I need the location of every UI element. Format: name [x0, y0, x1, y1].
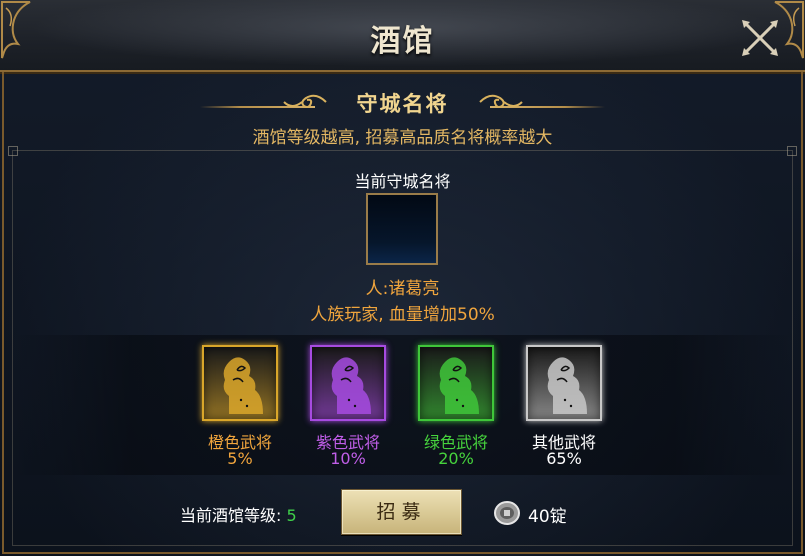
current-hero-effect: 人族玩家, 血量增加50%	[310, 305, 495, 325]
rarity-rate-green: 20%	[438, 449, 474, 468]
close-icon[interactable]	[740, 18, 780, 58]
current-hero-name: 人:诸葛亮	[365, 279, 440, 299]
rarity-card-other[interactable]	[526, 345, 602, 421]
warrior-silhouette-icon	[207, 350, 273, 416]
warrior-silhouette-icon	[423, 350, 489, 416]
tavern-level-value: 5	[286, 506, 297, 525]
rarity-card-orange[interactable]	[202, 345, 278, 421]
warrior-silhouette-icon	[531, 350, 597, 416]
gold-cloud-ornament-icon	[479, 94, 523, 108]
current-hero-portrait[interactable]	[366, 193, 438, 265]
section-subtitle: 酒馆等级越高, 招募高品质名将概率越大	[252, 128, 553, 148]
tavern-level-label: 当前酒馆等级:	[180, 506, 287, 525]
warrior-silhouette-icon	[315, 350, 381, 416]
section-title: 守城名将	[356, 91, 449, 116]
recruit-button[interactable]: 招募	[341, 489, 462, 535]
window-title: 酒馆	[370, 24, 435, 59]
title-bar: 酒馆	[0, 0, 805, 72]
rarity-card-green[interactable]	[418, 345, 494, 421]
rarity-rate-purple: 10%	[330, 449, 366, 468]
frame-knot	[787, 146, 797, 156]
rarity-rate-other: 65%	[546, 449, 582, 468]
recruit-cost: 40锭	[528, 507, 567, 527]
frame-knot	[8, 146, 18, 156]
tavern-level: 当前酒馆等级: 5	[180, 502, 297, 526]
rarity-rate-orange: 5%	[227, 449, 253, 468]
rarity-card-purple[interactable]	[310, 345, 386, 421]
silver-coin-icon	[494, 501, 520, 525]
current-hero-label: 当前守城名将	[354, 172, 451, 191]
